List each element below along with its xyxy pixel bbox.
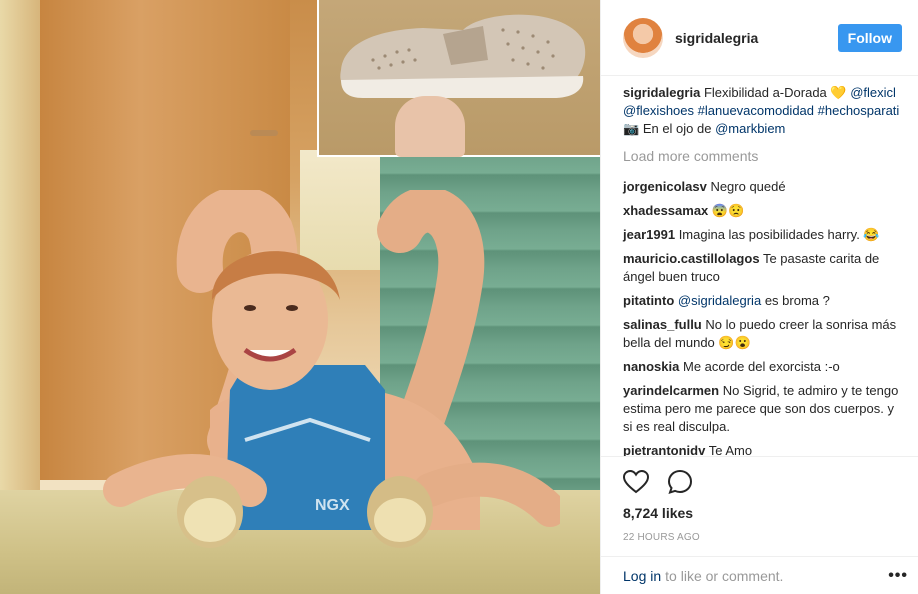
comment-text: Te Amo bbox=[708, 443, 753, 456]
comment-username[interactable]: nanoskia bbox=[623, 359, 679, 374]
post-header: sigridalegria Follow bbox=[601, 0, 918, 76]
caption-mention-flexicl[interactable]: @flexicl bbox=[850, 85, 896, 100]
likes-count[interactable]: 8,724 likes bbox=[623, 505, 902, 521]
comment-item: jorgenicolasv Negro quedé bbox=[623, 178, 902, 196]
heart-icon[interactable] bbox=[623, 470, 649, 494]
follow-button[interactable]: Follow bbox=[837, 23, 902, 52]
comment-username[interactable]: jorgenicolasv bbox=[623, 179, 707, 194]
photo-person: NGX bbox=[103, 190, 560, 548]
svg-text:NGX: NGX bbox=[315, 497, 350, 514]
comment-username[interactable]: salinas_fullu bbox=[623, 317, 702, 332]
caption-username[interactable]: sigridalegria bbox=[623, 85, 700, 100]
post-actions: 8,724 likes 22 HOURS AGO bbox=[601, 456, 918, 543]
post-caption: sigridalegria Flexibilidad a-Dorada 💛 @f… bbox=[623, 84, 902, 138]
comment-username[interactable]: xhadessamax bbox=[623, 203, 708, 218]
caption-text: Flexibilidad a-Dorada 💛 bbox=[703, 85, 847, 100]
post-photo[interactable]: NGX bbox=[0, 0, 600, 594]
comment-item: salinas_fullu No lo puedo creer la sonri… bbox=[623, 316, 902, 352]
post-side-panel: sigridalegria Follow sigridalegria Flexi… bbox=[600, 0, 918, 594]
photo-wall bbox=[0, 0, 40, 500]
comment-item: pitatinto @sigridalegria es broma ? bbox=[623, 292, 902, 310]
action-icons bbox=[623, 467, 902, 497]
login-link[interactable]: Log in bbox=[623, 568, 661, 584]
comment-text: Negro quedé bbox=[710, 179, 786, 194]
comments-list[interactable]: sigridalegria Flexibilidad a-Dorada 💛 @f… bbox=[601, 84, 918, 456]
caption-mention-markbiem[interactable]: @markbiem bbox=[715, 121, 785, 136]
comment-text: 😨😟 bbox=[711, 203, 745, 218]
comment-username[interactable]: mauricio.castillolagos bbox=[623, 251, 760, 266]
caption-hashtag-hechosparati[interactable]: #hechosparati bbox=[818, 103, 900, 118]
caption-text-credit: En el ojo de bbox=[642, 121, 712, 136]
comment-item: xhadessamax 😨😟 bbox=[623, 202, 902, 220]
caption-hashtag-lanuevacomodidad[interactable]: #lanuevacomodidad bbox=[698, 103, 814, 118]
comment-item: jear1991 Imagina las posibilidades harry… bbox=[623, 226, 902, 244]
comment-username[interactable]: pitatinto bbox=[623, 293, 674, 308]
login-prompt-text: to like or comment. bbox=[665, 567, 784, 584]
comment-mention[interactable]: @sigridalegria bbox=[678, 293, 761, 308]
photo-inset-shoe bbox=[317, 0, 600, 157]
comment-item: mauricio.castillolagos Te pasaste carita… bbox=[623, 250, 902, 286]
comment-username[interactable]: jear1991 bbox=[623, 227, 675, 242]
shoe-illustration bbox=[340, 14, 586, 98]
comment-item: nanoskia Me acorde del exorcista :-o bbox=[623, 358, 902, 376]
comment-text: Imagina las posibilidades harry. 😂 bbox=[678, 227, 880, 242]
comment-text: Me acorde del exorcista :-o bbox=[682, 359, 840, 374]
more-options-icon[interactable]: ••• bbox=[888, 567, 908, 585]
comment-username[interactable]: pietrantonidv bbox=[623, 443, 705, 456]
door-handle bbox=[250, 130, 278, 136]
comment-footer: Log in to like or comment. ••• bbox=[601, 556, 918, 594]
camera-icon: 📷 bbox=[623, 121, 640, 136]
comment-text: es broma ? bbox=[764, 293, 830, 308]
caption-mention-flexishoes[interactable]: @flexishoes bbox=[623, 103, 694, 118]
post-timestamp[interactable]: 22 HOURS AGO bbox=[623, 532, 902, 543]
header-username[interactable]: sigridalegria bbox=[675, 30, 838, 46]
foot-illustration bbox=[395, 96, 465, 157]
instagram-post: NGX sigridalegria Follow sigridalegria F… bbox=[0, 0, 918, 594]
avatar[interactable] bbox=[623, 17, 663, 58]
comment-item: yarindelcarmen No Sigrid, te admiro y te… bbox=[623, 382, 902, 436]
load-more-comments-button[interactable]: Load more comments bbox=[623, 148, 902, 164]
comment-item: pietrantonidv Te Amo bbox=[623, 442, 902, 456]
comment-username[interactable]: yarindelcarmen bbox=[623, 383, 719, 398]
comment-icon[interactable] bbox=[667, 469, 693, 495]
